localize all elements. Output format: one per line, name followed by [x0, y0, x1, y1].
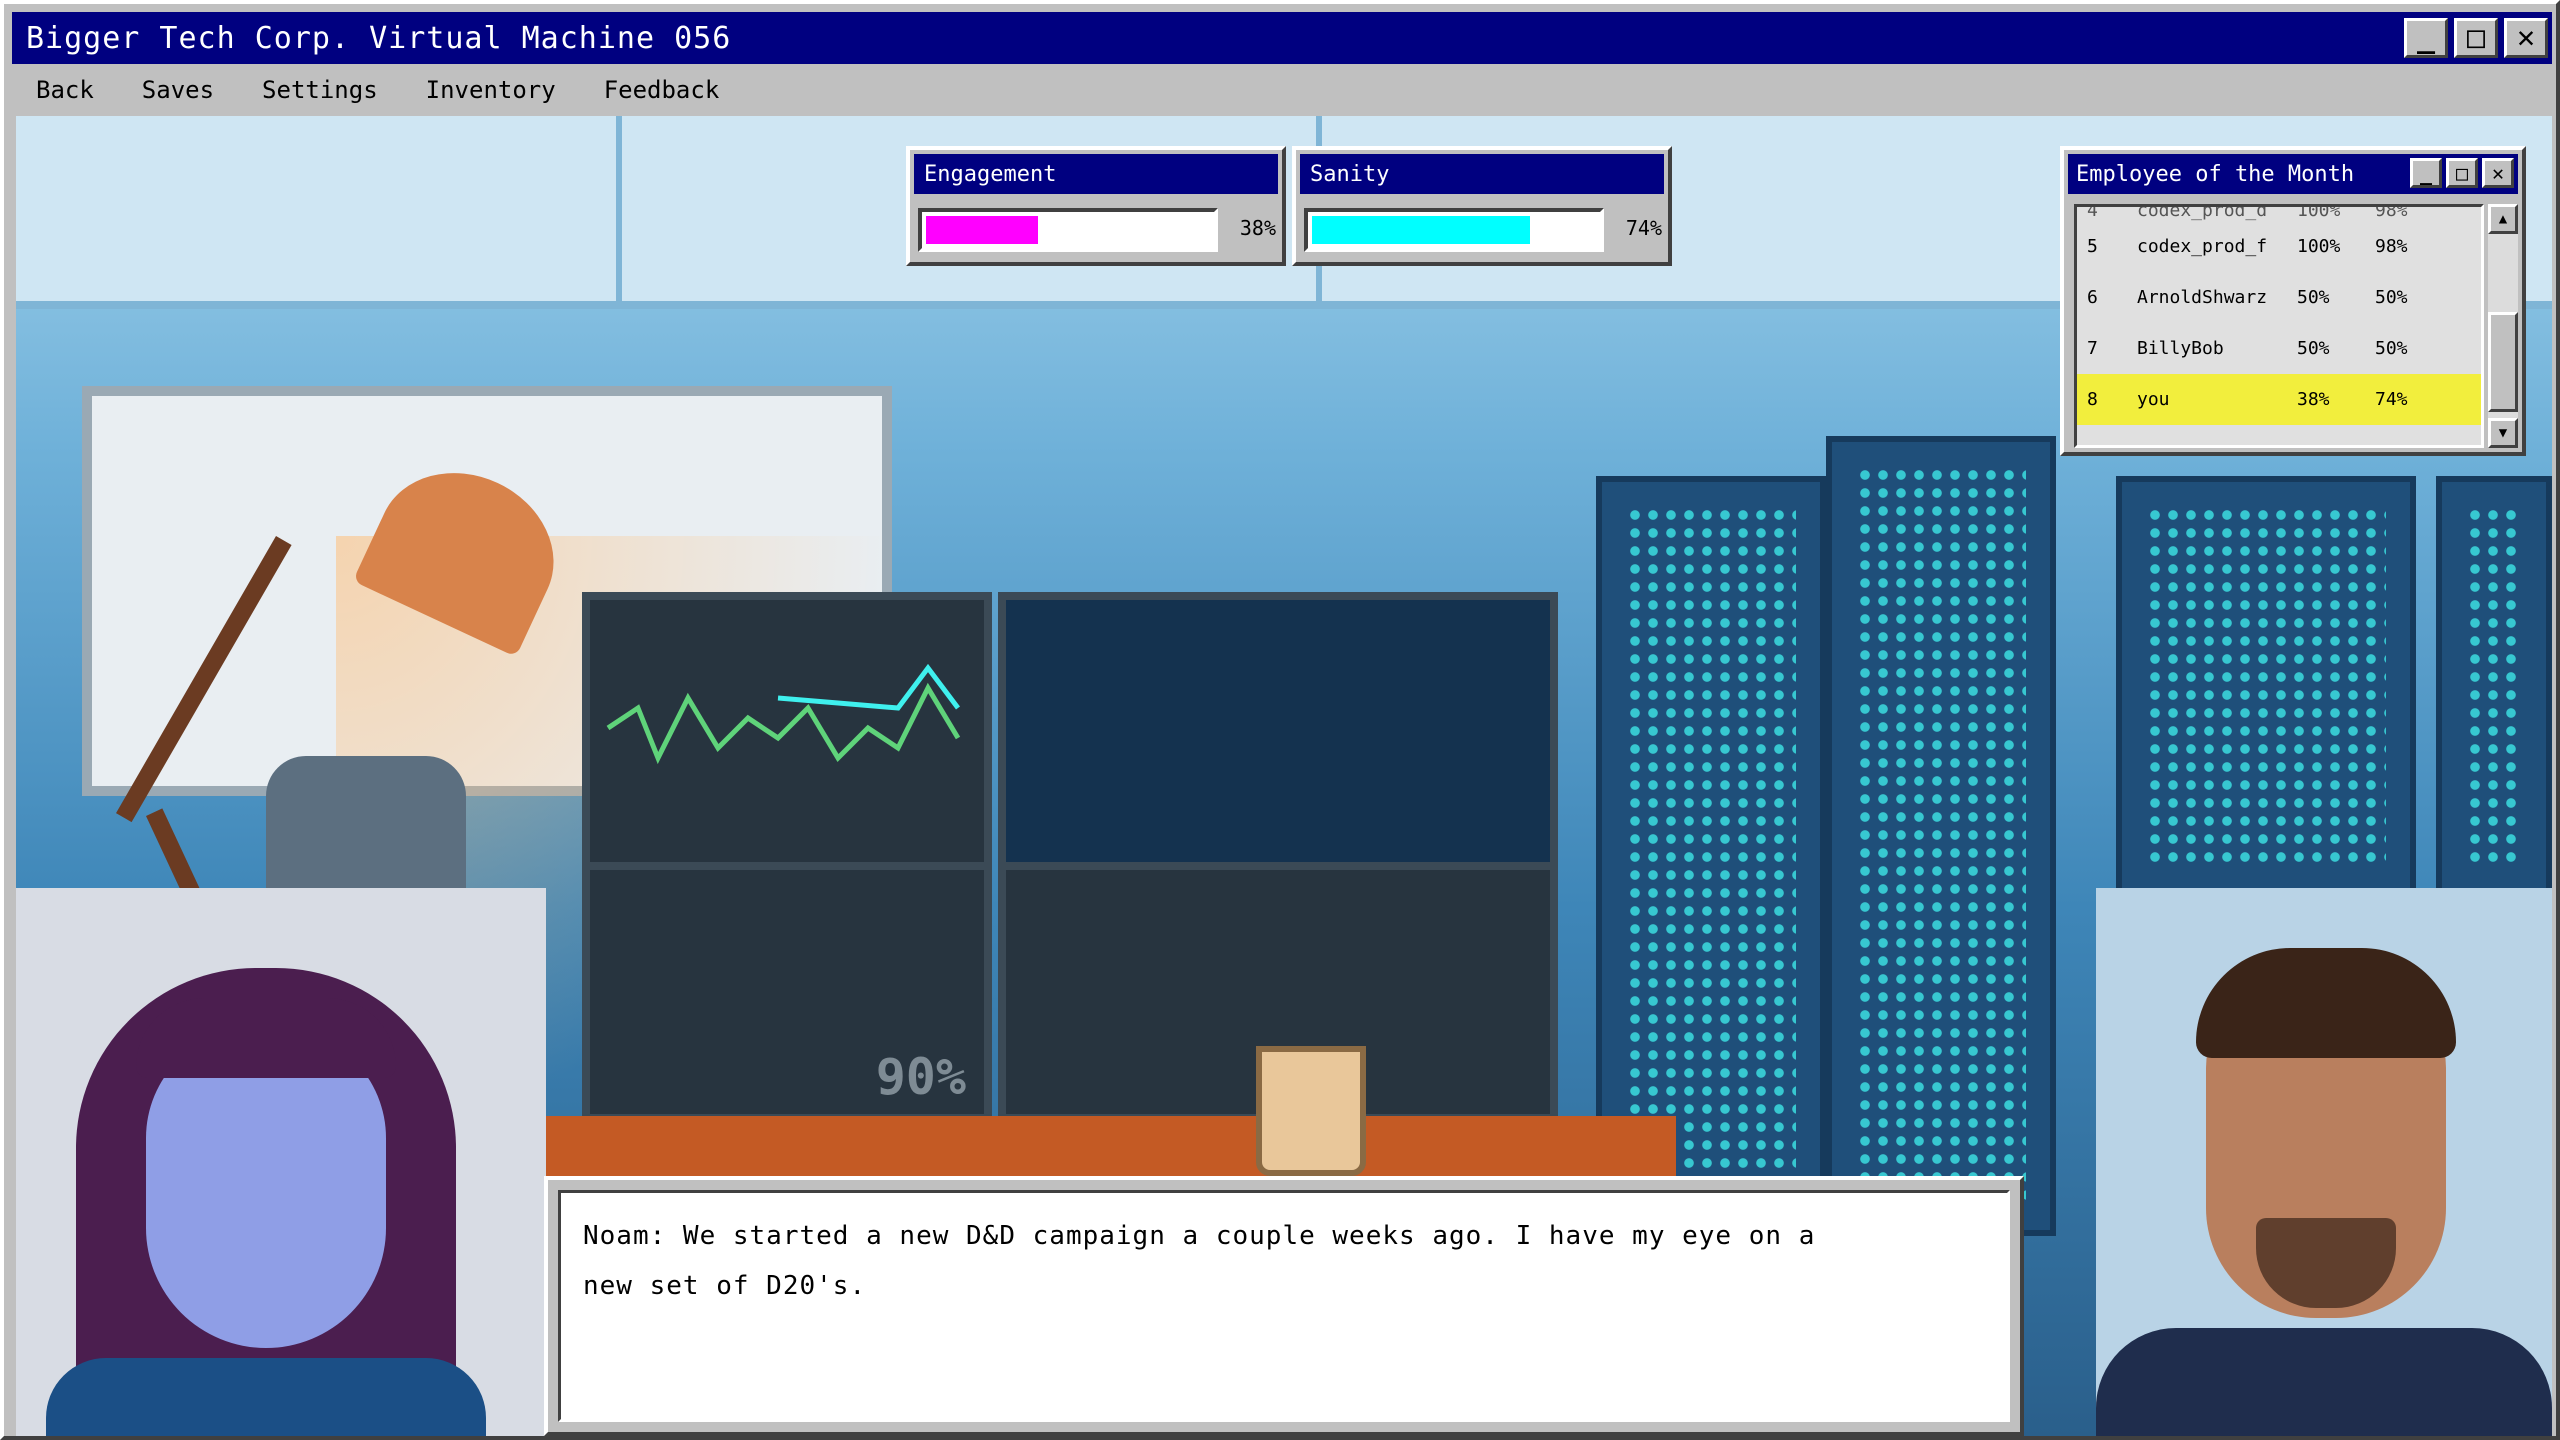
- sanity-value: 50%: [2375, 287, 2408, 308]
- employee-name: you: [2137, 389, 2170, 410]
- scroll-down-icon[interactable]: ▼: [2488, 418, 2518, 448]
- rank: 5: [2087, 236, 2098, 257]
- sanity-panel: Sanity 74%: [1292, 146, 1672, 266]
- minimize-icon[interactable]: _: [2404, 18, 2448, 58]
- sanity-bar-fill: [1312, 216, 1530, 244]
- server-rack: [2116, 476, 2416, 896]
- scroll-up-icon[interactable]: ▲: [2488, 204, 2518, 234]
- menu-settings[interactable]: Settings: [238, 76, 402, 104]
- dialogue-box[interactable]: Noam: We started a new D&D campaign a co…: [544, 1176, 2024, 1436]
- engagement-value: 100%: [2297, 236, 2341, 257]
- sanity-value: 50%: [2375, 338, 2408, 359]
- engagement-value: 100%: [2297, 204, 2341, 221]
- monitor-readout: 90%: [875, 1048, 966, 1106]
- table-row[interactable]: 7 BillyBob 50% 50%: [2077, 323, 2481, 374]
- rank: 8: [2087, 389, 2098, 410]
- table-row[interactable]: 5 codex_prod_f 100% 98%: [2077, 221, 2481, 272]
- title-bar[interactable]: Bigger Tech Corp. Virtual Machine 056 _ …: [12, 12, 2552, 64]
- portrait-shirt: [46, 1358, 486, 1436]
- engagement-value: 50%: [2297, 338, 2330, 359]
- portrait-hair: [2196, 948, 2456, 1058]
- maximize-icon[interactable]: □: [2446, 158, 2478, 188]
- server-rack: [2436, 476, 2552, 896]
- employee-name: ArnoldShwarz: [2137, 287, 2268, 308]
- monitor-code: [998, 592, 1558, 872]
- sanity-label: Sanity: [1300, 154, 1664, 194]
- monitor-chart: [582, 592, 992, 872]
- maximize-icon[interactable]: □: [2454, 18, 2498, 58]
- menu-bar: Back Saves Settings Inventory Feedback: [12, 68, 2552, 112]
- engagement-bar-fill: [926, 216, 1038, 244]
- monitor-map: 90%: [582, 862, 992, 1122]
- ceiling-beam: [616, 116, 622, 306]
- sanity-bar: [1304, 208, 1604, 252]
- coffee-mug: [1256, 1046, 1366, 1176]
- engagement-value: 38%: [2297, 389, 2330, 410]
- engagement-percent: 38%: [1239, 216, 1276, 240]
- menu-back[interactable]: Back: [12, 76, 118, 104]
- leaderboard-title-text: Employee of the Month: [2076, 161, 2355, 187]
- game-scene: 90% Engagement 38% Sanity 74% Employee o…: [16, 116, 2552, 1436]
- vm-window: Bigger Tech Corp. Virtual Machine 056 _ …: [0, 0, 2560, 1440]
- menu-saves[interactable]: Saves: [118, 76, 238, 104]
- rank: 7: [2087, 338, 2098, 359]
- stock-chart-graphic: [606, 663, 961, 765]
- table-row[interactable]: 4 codex_prod_d 100% 98%: [2077, 204, 2481, 221]
- rank: 6: [2087, 287, 2098, 308]
- engagement-panel: Engagement 38%: [906, 146, 1286, 266]
- menu-feedback[interactable]: Feedback: [580, 76, 744, 104]
- table-row-current-user[interactable]: 8 you 38% 74%: [2077, 374, 2481, 425]
- leaderboard-title[interactable]: Employee of the Month _ □ ✕: [2068, 154, 2518, 194]
- engagement-label: Engagement: [914, 154, 1278, 194]
- engagement-value: 50%: [2297, 287, 2330, 308]
- engagement-bar: [918, 208, 1218, 252]
- scroll-thumb[interactable]: [2488, 312, 2518, 412]
- close-icon[interactable]: ✕: [2482, 158, 2514, 188]
- menu-inventory[interactable]: Inventory: [402, 76, 580, 104]
- employee-name: codex_prod_d: [2137, 204, 2268, 221]
- close-icon[interactable]: ✕: [2504, 18, 2548, 58]
- sanity-value: 74%: [2375, 389, 2408, 410]
- employee-name: codex_prod_f: [2137, 236, 2268, 257]
- player-portrait: [16, 888, 546, 1436]
- window-title: Bigger Tech Corp. Virtual Machine 056: [26, 20, 732, 56]
- npc-portrait-noam: [2096, 888, 2552, 1436]
- server-rack: [1826, 436, 2056, 1236]
- portrait-shirt: [2096, 1328, 2552, 1436]
- sanity-percent: 74%: [1625, 216, 1662, 240]
- leaderboard-list[interactable]: 4 codex_prod_d 100% 98% 5 codex_prod_f 1…: [2074, 204, 2484, 448]
- employee-name: BillyBob: [2137, 338, 2224, 359]
- table-row[interactable]: 6 ArnoldShwarz 50% 50%: [2077, 272, 2481, 323]
- leaderboard-scrollbar[interactable]: ▲ ▼: [2488, 204, 2518, 448]
- dialogue-line: Noam: We started a new D&D campaign a co…: [583, 1221, 1816, 1251]
- sanity-value: 98%: [2375, 204, 2408, 221]
- employee-of-month-window[interactable]: Employee of the Month _ □ ✕ 4 codex_prod…: [2060, 146, 2526, 456]
- rank: 4: [2087, 204, 2098, 221]
- sanity-value: 98%: [2375, 236, 2408, 257]
- dialogue-line: new set of D20's.: [583, 1271, 867, 1301]
- dialogue-text: Noam: We started a new D&D campaign a co…: [558, 1190, 2010, 1422]
- portrait-bangs: [136, 998, 396, 1078]
- minimize-icon[interactable]: _: [2410, 158, 2442, 188]
